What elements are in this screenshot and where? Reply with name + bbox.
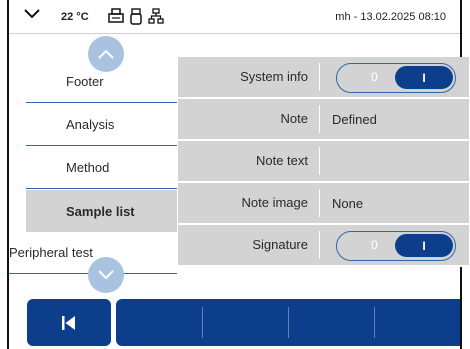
- network-icon: [148, 8, 164, 27]
- nav-item-sample-list[interactable]: Sample list: [26, 190, 177, 232]
- settings-row-system-info: System info 0 I: [178, 57, 469, 99]
- main-content: Footer Analysis Method Sample list Perip…: [9, 35, 469, 293]
- chevron-up-icon: [98, 49, 114, 59]
- row-label: Signature: [178, 231, 320, 259]
- chevron-down-icon[interactable]: [24, 9, 40, 22]
- nav-item-analysis[interactable]: Analysis: [26, 104, 177, 146]
- temperature-readout: 22 °C: [61, 11, 89, 23]
- settings-row-note-text[interactable]: Note text: [178, 141, 469, 183]
- nav-item-label: Sample list: [66, 203, 135, 219]
- row-value: None: [332, 195, 364, 211]
- scroll-up-button[interactable]: [88, 36, 124, 72]
- signature-toggle[interactable]: 0 I: [336, 231, 456, 261]
- toggle-off-label: 0: [371, 70, 378, 84]
- chevron-down-icon: [98, 270, 114, 280]
- toolbar-divider: [374, 307, 375, 338]
- toggle-on-label: I: [395, 234, 453, 257]
- system-info-toggle[interactable]: 0 I: [336, 63, 456, 93]
- nav-item-method[interactable]: Method: [26, 147, 177, 189]
- user-date-readout: mh - 13.02.2025 08:10: [335, 11, 446, 23]
- nav-item-label: Footer: [66, 74, 104, 89]
- back-button[interactable]: [27, 299, 111, 346]
- toolbar-button-group: [116, 299, 460, 346]
- settings-table: System info 0 I Note Defined Note text N…: [178, 57, 469, 267]
- toolbar-divider: [202, 307, 203, 338]
- row-label: Note: [178, 105, 320, 133]
- row-label: System info: [178, 63, 320, 91]
- toggle-on-label: I: [395, 66, 453, 89]
- status-bar: 22 °C mh - 13.02.2025 08:10: [9, 0, 460, 34]
- settings-row-note[interactable]: Note Defined: [178, 99, 469, 141]
- scroll-down-button[interactable]: [88, 257, 124, 293]
- toolbar-divider: [288, 307, 289, 338]
- printer-icon: [108, 8, 124, 27]
- nav-list: Footer Analysis Method Sample list Perip…: [9, 35, 177, 290]
- usb-icon: [130, 8, 142, 28]
- nav-item-label: Method: [66, 160, 110, 175]
- bottom-toolbar: [9, 299, 460, 349]
- nav-item-label: Peripheral test: [9, 245, 93, 260]
- settings-row-signature: Signature 0 I: [178, 225, 469, 267]
- nav-item-label: Analysis: [66, 117, 115, 132]
- row-label: Note image: [178, 189, 320, 217]
- toggle-off-label: 0: [371, 238, 378, 252]
- settings-row-note-image[interactable]: Note image None: [178, 183, 469, 225]
- row-value: Defined: [332, 111, 377, 127]
- skip-back-icon: [62, 315, 75, 330]
- row-label: Note text: [178, 147, 320, 175]
